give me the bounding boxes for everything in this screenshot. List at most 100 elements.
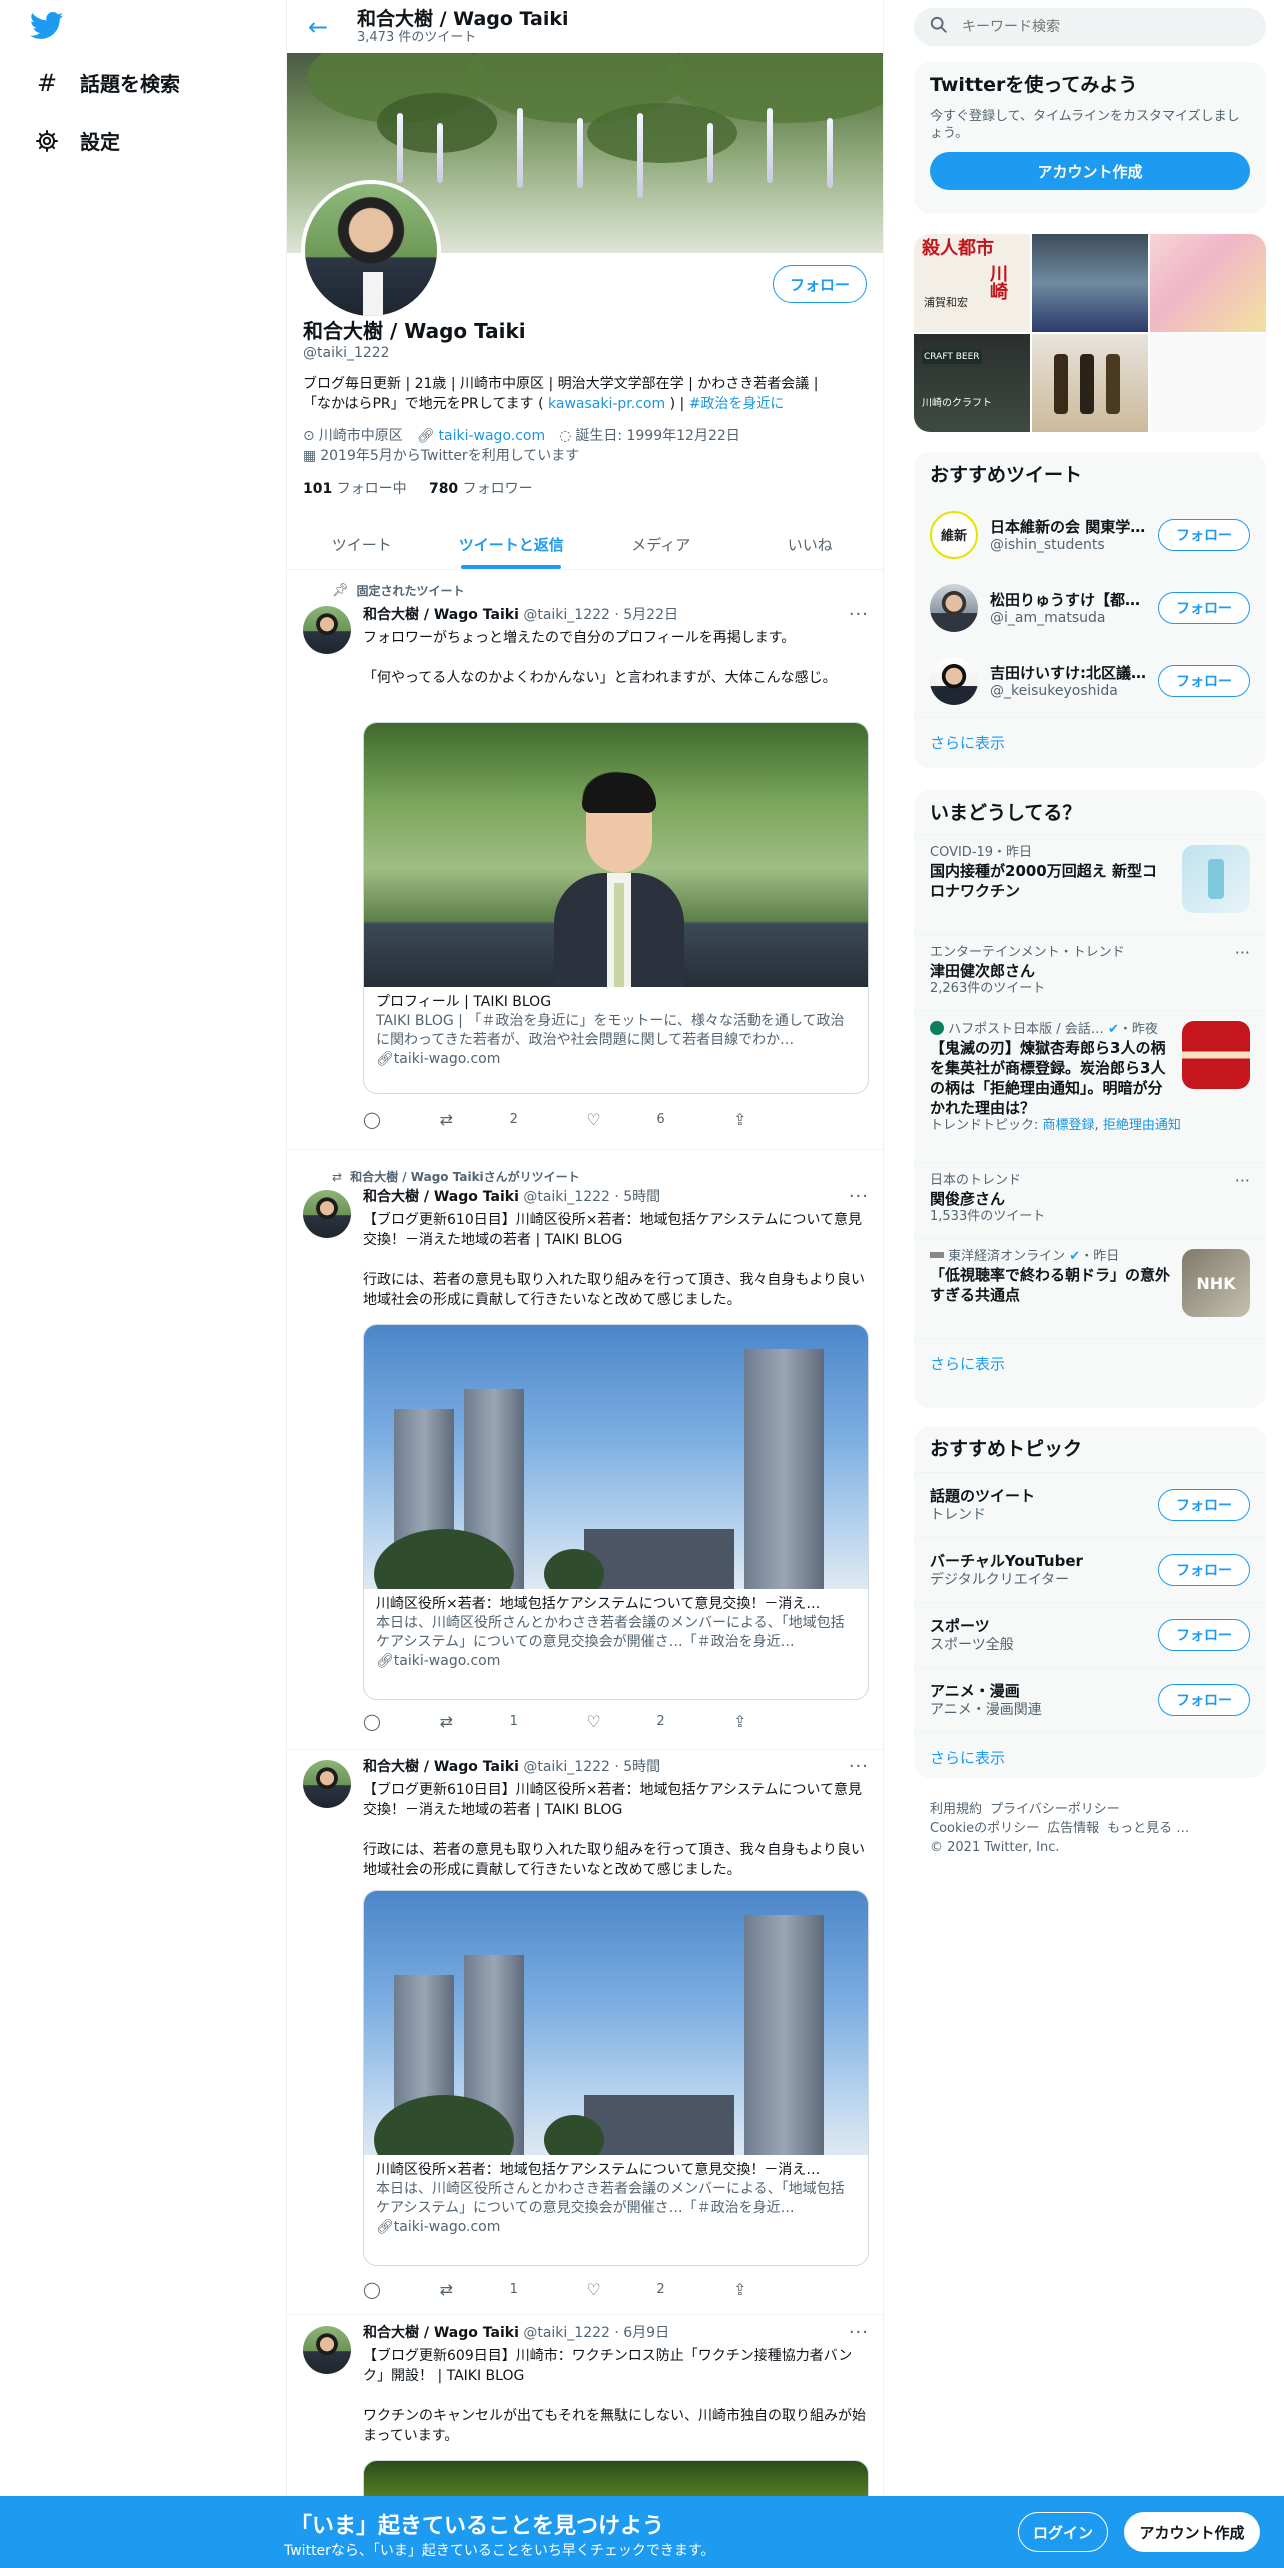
follow-button[interactable]: フォロー [1158,1489,1250,1521]
tweet-pinned[interactable]: 📌︎ 固定されたツイート 和合大樹 / Wago Taiki @taiki_122… [287,570,885,1150]
media-thumb[interactable] [1150,234,1266,332]
signup-button[interactable]: アカウント作成 [1124,2512,1260,2552]
share-button[interactable]: ⇪ [733,2280,793,2299]
suggested-user[interactable]: 吉田けいすけ:北区議… @_keisukeyoshida フォロー [914,644,1266,717]
show-more-link[interactable]: さらに表示 [914,717,1266,767]
tab-media[interactable]: メディア [586,520,736,569]
website-item[interactable]: 🔗︎ taiki-wago.com [417,426,545,446]
reply-button[interactable]: ◯ [363,2280,423,2299]
following-link[interactable]: 101 フォロー中 [303,481,407,497]
media-thumb[interactable] [1032,234,1148,332]
tweet-avatar[interactable] [303,1760,351,1808]
share-button[interactable]: ⇪ [733,1110,793,1129]
retweet-button[interactable]: ⇄ 1 [440,2280,570,2299]
follow-button[interactable]: フォロー [1158,664,1250,697]
login-button[interactable]: ログイン [1018,2512,1108,2552]
tweet-header: 和合大樹 / Wago Taiki @taiki_1222 · 6月9日 [363,2325,670,2341]
follow-button[interactable]: フォロー [1158,1554,1250,1586]
follow-button[interactable]: フォロー [1158,1619,1250,1651]
tweet-retweeted[interactable]: ⇄ 和合大樹 / Wago Taikiさんがリツイート 和合大樹 / Wago T… [287,1160,885,1750]
privacy-link[interactable]: プライバシーポリシー [990,1802,1120,1817]
reply-button[interactable]: ◯ [363,1712,423,1731]
show-more-link[interactable]: さらに表示 [914,1732,1266,1778]
profile-avatar[interactable] [301,180,441,320]
more-icon[interactable]: ··· [849,604,869,625]
tweet-item[interactable]: 和合大樹 / Wago Taiki @taiki_1222 · 5時間 ··· … [287,1750,885,2315]
hashtag-icon: # [36,68,58,97]
share-button[interactable]: ⇪ [733,1712,793,1731]
terms-link[interactable]: 利用規約 [930,1802,982,1817]
tweet-header: 和合大樹 / Wago Taiki @taiki_1222 · 5月22日 [363,607,678,623]
ads-link[interactable]: 広告情報 [1047,1821,1099,1836]
link-card[interactable]: 川崎区役所×若者：地域包括ケアシステムについて意見交換！－消え… 本日は、川崎区… [363,1324,869,1700]
avatar [930,656,978,705]
media-thumb[interactable] [1150,334,1266,432]
nav-settings[interactable]: 設定 [34,126,120,155]
media-grid: 殺人都市 川崎 浦賀和宏 CRAFT BEER 川崎のクラフト [914,234,1266,432]
more-icon[interactable]: ··· [1235,1171,1250,1190]
suggested-user[interactable]: 維新 日本維新の会 関東学… @ishin_students フォロー [914,498,1266,571]
trend-item[interactable]: エンターテインメント・トレンド 津田健次郎さん 2,263件のツイート ··· [914,934,1266,1010]
back-arrow-icon[interactable]: ← [301,10,335,44]
balloon-icon: ◌ [559,428,572,444]
tweet-item[interactable]: 和合大樹 / Wago Taiki @taiki_1222 · 6月9日 ···… [287,2316,885,2520]
more-icon[interactable]: ··· [849,1756,869,1777]
tab-tweets-replies[interactable]: ツイートと返信 [437,520,587,569]
heart-icon: ♡ [586,2280,601,2299]
like-button[interactable]: ♡ 2 [586,2280,716,2299]
suggested-user[interactable]: 松田りゅうすけ【都… @i_am_matsuda フォロー [914,571,1266,644]
tab-likes[interactable]: いいね [736,520,886,569]
more-icon[interactable]: ··· [849,1186,869,1207]
tab-tweets[interactable]: ツイート [287,520,437,569]
like-button[interactable]: ♡ 6 [586,1110,716,1129]
topic-item[interactable]: 話題のツイート トレンド フォロー [914,1472,1266,1537]
topic-item[interactable]: スポーツ スポーツ全般 フォロー [914,1602,1266,1667]
header-tweet-count: 3,473 件のツイート [357,29,477,45]
bio-link[interactable]: kawasaki-pr.com [548,396,665,412]
topic-item[interactable]: バーチャルYouTuber デジタルクリエイター フォロー [914,1537,1266,1602]
follow-button[interactable]: フォロー [1158,518,1250,551]
trend-thumbnail [1182,1021,1250,1089]
create-account-button[interactable]: アカウント作成 [930,152,1250,190]
retweet-button[interactable]: ⇄ 1 [440,1712,570,1731]
like-button[interactable]: ♡ 2 [586,1712,716,1731]
trend-item[interactable]: 東洋経済オンライン ✔・昨日 「低視聴率で終わる朝ドラ」の意外すぎる共通点 NH… [914,1238,1266,1338]
search-bar[interactable] [914,8,1266,46]
follow-button[interactable]: フォロー [1158,591,1250,624]
show-more-link[interactable]: さらに表示 [914,1338,1266,1388]
retweet-button[interactable]: ⇄ 2 [440,1110,570,1129]
gear-icon [34,128,60,154]
follow-button[interactable]: フォロー [773,265,867,303]
media-thumb[interactable] [1032,334,1148,432]
trend-item[interactable]: ハフポスト日本版 / 会話… ✔・昨夜 【鬼滅の刃】煉獄杏寿郎ら3人の柄を集英社… [914,1010,1266,1162]
nav-explore[interactable]: # 話題を検索 [34,68,180,97]
profile-handle: @taiki_1222 [303,345,390,361]
cookie-link[interactable]: Cookieのポリシー [930,1821,1039,1836]
media-thumb[interactable]: CRAFT BEER 川崎のクラフト [914,334,1030,432]
more-link[interactable]: もっと見る … [1107,1821,1189,1836]
bio-hashtag[interactable]: #政治を身近に [689,396,785,412]
topic-item[interactable]: アニメ・漫画 アニメ・漫画関連 フォロー [914,1667,1266,1732]
card-description: 本日は、川崎区役所さんとかわさき若者会議のメンバーによる、「地域包括ケアシステム… [376,2181,845,2216]
tweet-avatar[interactable] [303,606,351,654]
reply-button[interactable]: ◯ [363,1110,423,1129]
twitter-logo-icon[interactable] [30,12,64,40]
trend-item[interactable]: COVID-19・昨日 国内接種が2000万回超え 新型コロナワクチン [914,834,1266,934]
left-nav: # 話題を検索 設定 [0,0,286,2568]
followers-link[interactable]: 780 フォロワー [429,481,533,497]
reply-icon: ◯ [363,2280,381,2299]
link-card[interactable]: 川崎区役所×若者：地域包括ケアシステムについて意見交換！－消え… 本日は、川崎区… [363,1890,869,2266]
trend-item[interactable]: 日本のトレンド 関俊彦さん 1,533件のツイート ··· [914,1162,1266,1238]
tweet-avatar[interactable] [303,2326,351,2374]
related-link[interactable]: 拒絶理由通知 [1103,1118,1181,1133]
search-icon [930,16,948,38]
tweet-avatar[interactable] [303,1190,351,1238]
media-thumb[interactable]: 殺人都市 川崎 浦賀和宏 [914,234,1030,332]
link-card[interactable]: プロフィール | TAIKI BLOG TAIKI BLOG | 「＃政治を身近… [363,722,869,1094]
follow-button[interactable]: フォロー [1158,1684,1250,1716]
huffpost-icon [930,1021,944,1035]
more-icon[interactable]: ··· [849,2322,869,2343]
search-input[interactable] [962,19,1222,35]
related-link[interactable]: 商標登録 [1043,1118,1095,1133]
more-icon[interactable]: ··· [1235,943,1250,962]
